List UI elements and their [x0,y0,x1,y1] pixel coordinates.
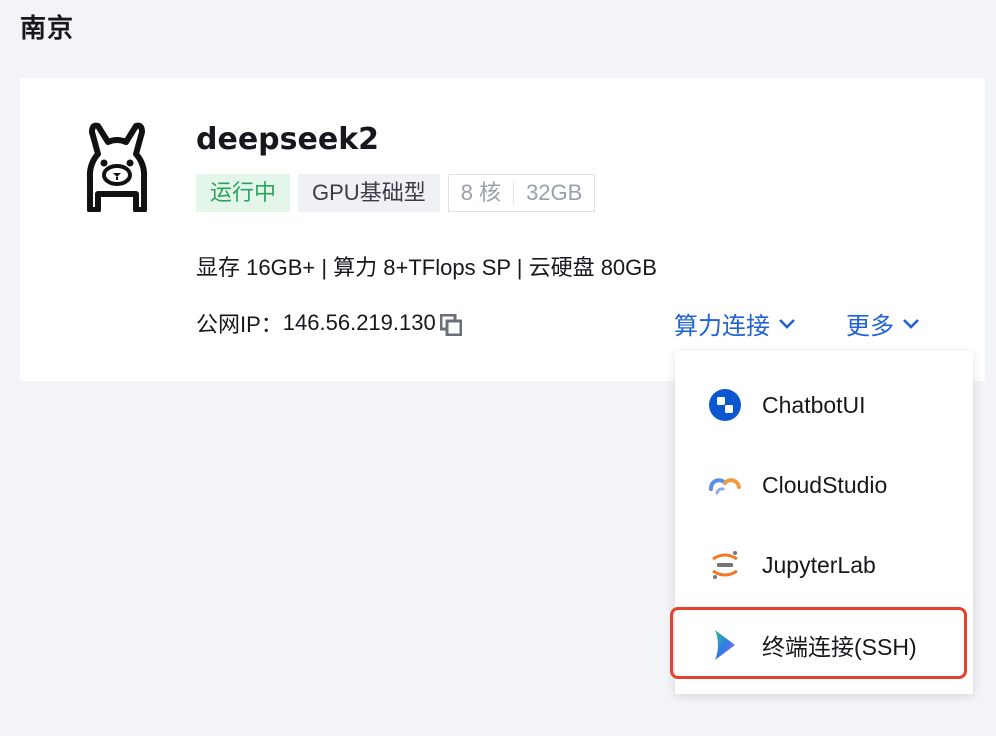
public-ip-line: 公网IP： 146.56.219.130 [196,307,462,339]
menu-item-label: 终端连接(SSH) [762,634,917,660]
menu-item-terminal-ssh[interactable]: 终端连接(SSH) [675,605,973,685]
instance-type-badge: GPU基础型 [298,174,440,212]
menu-item-chatbotui[interactable]: ChatbotUI [675,365,973,445]
menu-item-label: CloudStudio [762,471,888,498]
more-button[interactable]: 更多 [846,306,920,341]
memory-size: 32GB [526,180,583,205]
instance-specs: 显存 16GB+ | 算力 8+TFlops SP | 云硬盘 80GB [196,255,657,280]
region-title: 南京 [20,14,75,44]
llama-logo [86,122,148,212]
more-label: 更多 [846,313,894,340]
public-ip-value: 146.56.219.130 [282,310,436,335]
chevron-down-icon [779,318,795,329]
compute-connect-menu: ChatbotUI CloudStudio JupyterLab 终端连接(SS… [675,351,973,694]
spec-badge: 8 核 32GB [447,174,596,212]
compute-connect-label: 算力连接 [674,313,770,340]
menu-item-cloudstudio[interactable]: CloudStudio [675,445,973,525]
status-badge: 运行中 [196,174,291,212]
cloudstudio-icon [709,478,741,495]
cpu-cores: 8 核 [460,180,502,205]
chevron-down-icon [903,318,919,329]
public-ip-label: 公网IP： [196,312,283,337]
terminal-icon [715,630,735,660]
copy-icon[interactable] [439,314,462,336]
menu-item-jupyterlab[interactable]: JupyterLab [675,525,973,605]
instance-tags: 运行中 GPU基础型 8 核 32GB [196,174,603,212]
chatbotui-icon [709,389,741,421]
instance-card: deepseek2 运行中 GPU基础型 8 核 32GB 显存 16GB+ |… [20,78,985,381]
menu-item-label: JupyterLab [762,551,876,578]
jupyter-icon [712,551,738,579]
instance-name[interactable]: deepseek2 [196,122,379,157]
menu-item-label: ChatbotUI [762,391,866,418]
compute-connect-button[interactable]: 算力连接 [674,306,796,341]
